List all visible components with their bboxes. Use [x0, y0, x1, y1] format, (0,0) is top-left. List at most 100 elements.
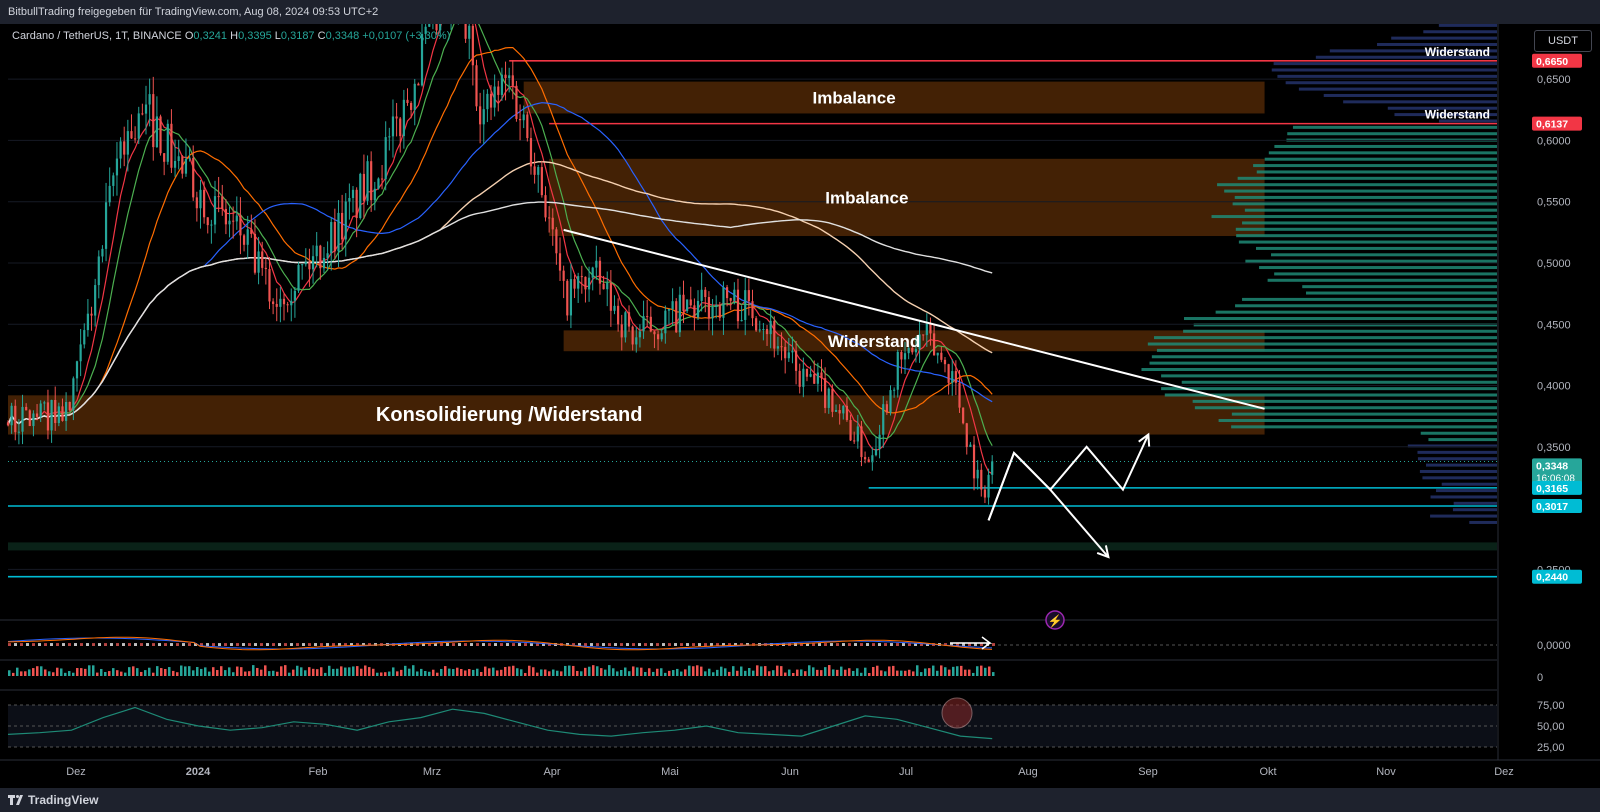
- candle-body: [718, 304, 721, 318]
- volume-bar: [340, 666, 343, 676]
- volume-bar: [144, 670, 147, 676]
- macd-histogram-bar: [110, 643, 113, 646]
- volume-profile-bar: [1242, 297, 1497, 301]
- macd-histogram-bar: [164, 643, 167, 646]
- symbol-legend: Cardano / TetherUS, 1T, BINANCE O0,3241 …: [12, 30, 450, 42]
- candle-body: [729, 298, 732, 301]
- candle-body: [958, 382, 961, 408]
- candle-body: [551, 217, 554, 230]
- candle-body: [286, 304, 289, 306]
- macd-histogram-bar: [704, 643, 707, 646]
- indicator-panes: ⚡: [0, 610, 1497, 748]
- macd-histogram-bar: [80, 643, 83, 646]
- currency-selector[interactable]: USDT: [1534, 30, 1592, 52]
- volume-bar: [444, 666, 447, 676]
- candle-body: [827, 388, 830, 408]
- volume-bar: [328, 665, 331, 676]
- macd-histogram-bar: [698, 643, 701, 646]
- candle-body: [932, 333, 936, 356]
- candle-body: [297, 264, 300, 291]
- candle-body: [380, 178, 384, 180]
- macd-histogram-bar: [488, 643, 491, 646]
- rsi-axis-label: 50,00: [1537, 721, 1565, 733]
- volume-bar: [776, 665, 779, 676]
- volume-bar: [36, 666, 39, 676]
- candle-body: [693, 305, 696, 318]
- candle-body: [595, 260, 598, 268]
- volume-bar: [300, 667, 303, 676]
- volume-bar: [448, 668, 451, 676]
- volume-bar: [844, 669, 847, 676]
- volume-bar: [968, 669, 971, 676]
- volume-bar: [788, 669, 791, 676]
- volume-bar: [852, 670, 855, 676]
- macd-histogram-bar: [830, 643, 833, 646]
- macd-histogram-bar: [632, 643, 635, 646]
- macd-histogram-bar: [656, 643, 659, 646]
- candle-body: [537, 167, 540, 175]
- zone-label-1: Imbalance: [825, 188, 908, 207]
- candle-body: [14, 405, 17, 433]
- candle-body: [929, 323, 932, 334]
- time-tick-label: Mai: [661, 766, 679, 778]
- rsi-highlight-circle: [941, 697, 973, 729]
- volume-bar: [864, 667, 867, 676]
- candle-body: [813, 374, 816, 384]
- volume-bar: [288, 672, 291, 676]
- volume-bar: [244, 671, 247, 676]
- volume-profile-bar: [1259, 266, 1497, 270]
- volume-profile-bar: [1277, 74, 1497, 78]
- candle-body: [620, 324, 623, 338]
- zone-label-0: Imbalance: [813, 89, 896, 108]
- volume-profile-bar: [1268, 151, 1497, 155]
- volume-bar: [636, 667, 639, 676]
- volume-profile-bar: [1264, 157, 1497, 161]
- candle-body: [962, 407, 965, 424]
- volume-profile-bar: [1417, 457, 1497, 461]
- volume-bar: [236, 666, 239, 676]
- candle-body: [482, 109, 485, 125]
- volume-bar: [348, 667, 351, 676]
- candle-body: [696, 300, 700, 318]
- macd-histogram-bar: [614, 643, 617, 646]
- candle-body: [508, 75, 511, 79]
- volume-bar: [492, 667, 495, 676]
- macd-histogram-bar: [446, 643, 449, 646]
- candle-body: [344, 201, 347, 240]
- volume-bar: [528, 665, 531, 676]
- time-tick-label: Apr: [543, 766, 560, 778]
- volume-profile-bar: [1194, 406, 1497, 410]
- volume-bar: [52, 672, 55, 676]
- time-tick-label: Dez: [1494, 766, 1514, 778]
- candle-body: [399, 118, 402, 137]
- volume-bar: [280, 666, 283, 676]
- volume-bar: [880, 670, 883, 676]
- volume-bar: [512, 665, 515, 676]
- volume-bar: [896, 670, 899, 676]
- candle-body: [715, 304, 718, 307]
- candle-body: [279, 298, 282, 307]
- candle-body: [747, 290, 750, 302]
- macd-histogram-bar: [104, 643, 107, 646]
- volume-bar: [456, 667, 459, 676]
- candle-body: [540, 167, 543, 196]
- candle-body: [642, 316, 645, 332]
- volume-bar: [320, 667, 323, 676]
- volume-profile-bar: [1238, 240, 1497, 244]
- macd-histogram-bar: [254, 643, 257, 646]
- volume-bar: [612, 668, 615, 676]
- high-label: H: [230, 30, 239, 42]
- volume-bar: [904, 670, 907, 676]
- volume-bar: [292, 669, 295, 676]
- candle-body: [834, 410, 838, 412]
- candle-body: [555, 229, 558, 254]
- candle-body: [805, 368, 809, 377]
- volume-profile-bar: [1422, 476, 1497, 480]
- volume-bar: [576, 670, 579, 676]
- volume-profile-bar: [1181, 380, 1497, 384]
- macd-histogram-bar: [212, 643, 215, 646]
- candle-body: [504, 74, 507, 79]
- chart-canvas[interactable]: Widerstand Widerstand Imbalance Imbalance Wi…: [0, 24, 1600, 788]
- candle-body: [370, 161, 373, 201]
- volume-profile-bar: [1256, 170, 1497, 174]
